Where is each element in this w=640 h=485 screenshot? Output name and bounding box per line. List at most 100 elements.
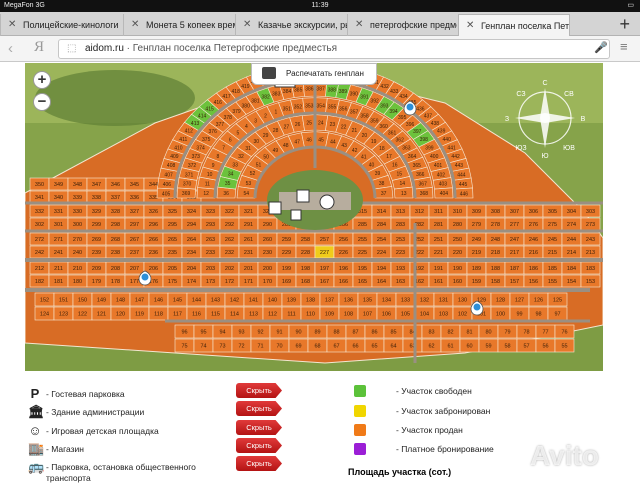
lot-parcel[interactable]: 161 [428, 274, 449, 288]
lot-parcel[interactable]: 236 [143, 245, 164, 259]
lot-parcel[interactable]: 90 [288, 324, 309, 339]
lot-parcel[interactable]: 149 [91, 292, 112, 307]
lot-parcel[interactable]: 86 [364, 324, 385, 339]
lot-parcel[interactable]: 281 [428, 217, 449, 231]
lot-parcel[interactable]: 56 [535, 338, 556, 353]
lot-parcel[interactable]: 64 [383, 338, 404, 353]
lot-parcel[interactable]: 61 [440, 338, 461, 353]
lot-parcel[interactable]: 340 [48, 190, 69, 204]
lot-parcel[interactable]: 369 [176, 187, 196, 199]
lot-parcel[interactable]: 353 [302, 97, 316, 114]
lot-parcel[interactable]: 147 [129, 292, 150, 307]
lot-parcel[interactable]: 296 [143, 217, 164, 231]
lot-parcel[interactable]: 103 [433, 306, 454, 321]
lot-parcel[interactable]: 75 [174, 338, 195, 353]
lot-parcel[interactable]: 274 [561, 217, 582, 231]
print-plan-button[interactable]: Распечатать генплан [251, 63, 377, 85]
lot-parcel[interactable]: 227 [314, 245, 335, 259]
lot-parcel[interactable]: 303 [580, 204, 601, 218]
lot-parcel[interactable]: 146 [148, 292, 169, 307]
lot-parcel[interactable]: 195 [352, 261, 373, 275]
lot-parcel[interactable]: 186 [523, 261, 544, 275]
lot-parcel[interactable]: 205 [162, 261, 183, 275]
lot-parcel[interactable]: 193 [390, 261, 411, 275]
lot-parcel[interactable]: 68 [307, 338, 328, 353]
lot-parcel[interactable]: 308 [485, 204, 506, 218]
lot-parcel[interactable]: 166 [333, 274, 354, 288]
lot-parcel[interactable]: 270 [67, 232, 88, 246]
lot-parcel[interactable]: 173 [200, 274, 221, 288]
lot-parcel[interactable]: 338 [86, 190, 107, 204]
lot-parcel[interactable]: 62 [421, 338, 442, 353]
lot-parcel[interactable]: 124 [34, 306, 55, 321]
close-icon[interactable]: ✕ [243, 14, 251, 36]
lot-parcel[interactable]: 72 [231, 338, 252, 353]
lot-parcel[interactable]: 107 [357, 306, 378, 321]
lot-parcel[interactable]: 83 [421, 324, 442, 339]
lot-parcel[interactable]: 202 [219, 261, 240, 275]
lot-parcel[interactable]: 172 [219, 274, 240, 288]
lot-parcel[interactable]: 125 [547, 292, 568, 307]
lot-parcel[interactable]: 339 [67, 190, 88, 204]
lot-parcel[interactable]: 181 [48, 274, 69, 288]
lot-parcel[interactable]: 93 [231, 324, 252, 339]
lot-parcel[interactable]: 203 [200, 261, 221, 275]
lot-parcel[interactable]: 207 [124, 261, 145, 275]
close-icon[interactable]: ✕ [466, 15, 474, 36]
lot-parcel[interactable]: 108 [338, 306, 359, 321]
lot-parcel[interactable]: 267 [124, 232, 145, 246]
lot-parcel[interactable]: 232 [219, 245, 240, 259]
new-tab-button[interactable]: + [619, 12, 630, 36]
lot-parcel[interactable]: 234 [181, 245, 202, 259]
lot-parcel[interactable]: 121 [91, 306, 112, 321]
lot-parcel[interactable]: 405 [156, 187, 176, 199]
lot-parcel[interactable]: 104 [414, 306, 435, 321]
tab-4[interactable]: ✕ петергофские предме [347, 14, 457, 36]
lot-parcel[interactable]: 130 [452, 292, 473, 307]
lot-parcel[interactable]: 269 [86, 232, 107, 246]
lot-parcel[interactable]: 229 [276, 245, 297, 259]
lot-parcel[interactable]: 158 [485, 274, 506, 288]
lot-parcel[interactable]: 109 [319, 306, 340, 321]
lot-parcel[interactable]: 194 [371, 261, 392, 275]
lot-parcel[interactable]: 341 [29, 190, 50, 204]
lot-parcel[interactable]: 118 [148, 306, 169, 321]
lot-parcel[interactable]: 216 [523, 245, 544, 259]
lot-parcel[interactable]: 168 [295, 274, 316, 288]
lot-parcel[interactable]: 159 [466, 274, 487, 288]
lot-parcel[interactable]: 113 [243, 306, 264, 321]
yandex-logo[interactable]: Я [34, 39, 44, 56]
lot-parcel[interactable]: 322 [219, 204, 240, 218]
lot-parcel[interactable]: 200 [257, 261, 278, 275]
close-icon[interactable]: ✕ [355, 14, 363, 36]
lot-parcel[interactable]: 253 [390, 232, 411, 246]
menu-icon[interactable]: ≡ [620, 39, 628, 54]
lot-parcel[interactable]: 278 [485, 217, 506, 231]
lot-parcel[interactable]: 228 [295, 245, 316, 259]
lot-parcel[interactable]: 60 [459, 338, 480, 353]
lot-parcel[interactable]: 249 [466, 232, 487, 246]
zoom-out-button[interactable]: − [33, 93, 51, 111]
lot-parcel[interactable]: 251 [428, 232, 449, 246]
lot-parcel[interactable]: 231 [238, 245, 259, 259]
lot-parcel[interactable]: 312 [409, 204, 430, 218]
lot-parcel[interactable]: 209 [86, 261, 107, 275]
lot-parcel[interactable]: 348 [67, 177, 88, 191]
lot-parcel[interactable]: 81 [459, 324, 480, 339]
lot-parcel[interactable]: 175 [162, 274, 183, 288]
lot-parcel[interactable]: 152 [34, 292, 55, 307]
lot-parcel[interactable]: 127 [509, 292, 530, 307]
lot-parcel[interactable]: 191 [428, 261, 449, 275]
lot-parcel[interactable]: 279 [466, 217, 487, 231]
lot-parcel[interactable]: 133 [395, 292, 416, 307]
lot-parcel[interactable]: 219 [466, 245, 487, 259]
lot-parcel[interactable]: 85 [383, 324, 404, 339]
lot-parcel[interactable]: 299 [86, 217, 107, 231]
lot-parcel[interactable]: 182 [29, 274, 50, 288]
lot-parcel[interactable]: 80 [478, 324, 499, 339]
lot-parcel[interactable]: 71 [250, 338, 271, 353]
lot-parcel[interactable]: 218 [485, 245, 506, 259]
lot-parcel[interactable]: 102 [452, 306, 473, 321]
lot-parcel[interactable]: 59 [478, 338, 499, 353]
lot-parcel[interactable]: 347 [86, 177, 107, 191]
